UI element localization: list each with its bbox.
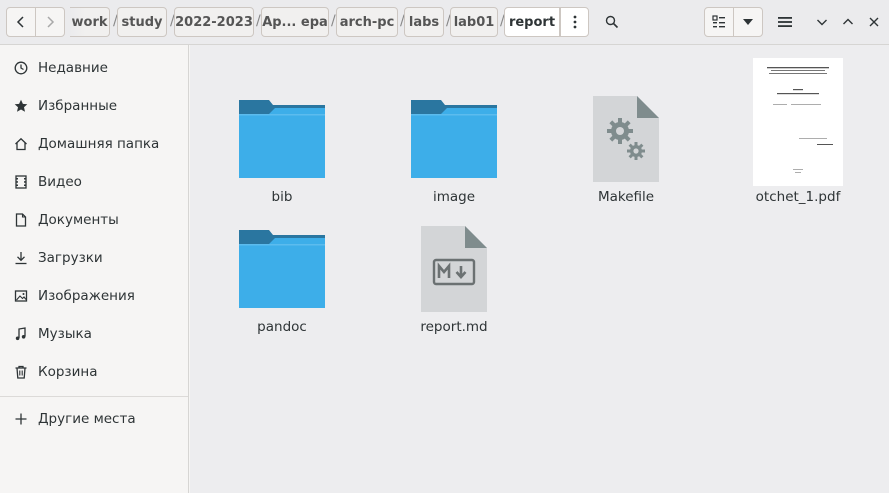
gears-file-icon [593, 96, 659, 182]
folder-icon [239, 230, 325, 308]
chevron-left-icon [16, 16, 24, 28]
breadcrumb-lab01[interactable]: lab01 [450, 7, 498, 37]
file-item-image[interactable]: image [368, 45, 540, 205]
sidebar-item-label: Документы [38, 212, 119, 228]
chevron-down-icon [817, 19, 827, 26]
file-item-pandoc[interactable]: pandoc [196, 175, 368, 335]
sidebar-item-label: Видео [38, 174, 82, 190]
home-icon [13, 136, 29, 152]
caret-down-icon [743, 19, 753, 25]
chevron-up-icon [843, 18, 853, 25]
image-icon [13, 288, 29, 304]
header-bar: work / study / 2022-2023 / Ар... ера / a… [0, 0, 889, 45]
back-button[interactable] [6, 7, 36, 37]
file-item-pdf[interactable]: otchet_1.pdf [712, 45, 884, 205]
list-view-icon [712, 15, 725, 28]
sidebar-item-other-places[interactable]: Другие места [0, 400, 188, 438]
breadcrumb-2022-2023[interactable]: 2022-2023 [174, 7, 254, 37]
sidebar-item-trash[interactable]: Корзина [0, 353, 188, 391]
file-name: Makefile [597, 189, 655, 205]
view-toggle-button[interactable] [704, 7, 734, 37]
download-icon [13, 250, 29, 266]
file-item-bib[interactable]: bib [196, 45, 368, 205]
minimize-button[interactable] [810, 7, 834, 37]
markdown-file-icon [421, 226, 487, 312]
view-options-button[interactable] [733, 7, 763, 37]
vertical-dots-icon [573, 15, 576, 29]
document-icon [13, 212, 29, 228]
sidebar-item-label: Избранные [38, 98, 118, 114]
trash-icon [13, 364, 29, 380]
path-options-button[interactable] [560, 7, 589, 37]
close-button[interactable] [862, 7, 886, 37]
sidebar-item-downloads[interactable]: Загрузки [0, 239, 188, 277]
maximize-button[interactable] [836, 7, 860, 37]
hamburger-icon [778, 17, 792, 27]
breadcrumb-labs[interactable]: labs [404, 7, 444, 37]
sidebar-item-recent[interactable]: Недавние [0, 49, 188, 87]
folder-icon [411, 100, 497, 178]
sidebar-item-label: Загрузки [38, 250, 103, 266]
file-item-makefile[interactable]: Makefile [540, 45, 712, 205]
sidebar-item-music[interactable]: Музыка [0, 315, 188, 353]
breadcrumb-work[interactable]: work [70, 7, 110, 37]
sidebar-item-pictures[interactable]: Изображения [0, 277, 188, 315]
clock-icon [13, 60, 29, 76]
search-button[interactable] [598, 7, 626, 37]
breadcrumb-arch[interactable]: Ар... ера [261, 7, 329, 37]
sidebar-item-label: Музыка [38, 326, 92, 342]
film-icon [13, 174, 29, 190]
main-menu-button[interactable] [772, 7, 798, 37]
sidebar-item-home[interactable]: Домашняя папка [0, 125, 188, 163]
sidebar-item-label: Корзина [38, 364, 98, 380]
sidebar-item-label: Домашняя папка [38, 136, 160, 152]
close-icon [869, 17, 879, 27]
sidebar-item-label: Изображения [38, 288, 135, 304]
sidebar-item-videos[interactable]: Видео [0, 163, 188, 201]
sidebar-item-label: Недавние [38, 60, 108, 76]
breadcrumb-study[interactable]: study [117, 7, 167, 37]
sidebar-item-label: Другие места [38, 411, 136, 427]
sidebar-item-starred[interactable]: Избранные [0, 87, 188, 125]
pdf-thumbnail [753, 58, 843, 186]
sidebar-divider [0, 396, 188, 397]
plus-icon [13, 411, 29, 427]
file-name: pandoc [257, 319, 307, 335]
forward-button[interactable] [35, 7, 65, 37]
search-icon [605, 15, 619, 29]
chevron-right-icon [47, 16, 55, 28]
breadcrumb-report[interactable]: report [504, 7, 560, 37]
file-name: otchet_1.pdf [755, 189, 841, 205]
file-name: report.md [420, 319, 488, 335]
star-icon [13, 98, 29, 114]
file-grid: bib image Makefile otchet_1.pdf pandoc r… [190, 45, 889, 493]
file-item-report-md[interactable]: report.md [368, 175, 540, 335]
breadcrumb-separator: / [256, 13, 261, 29]
sidebar: Недавние Избранные Домашняя папка Видео … [0, 45, 189, 493]
breadcrumb-arch-pc[interactable]: arch-pc [336, 7, 398, 37]
folder-icon [239, 100, 325, 178]
sidebar-item-documents[interactable]: Документы [0, 201, 188, 239]
breadcrumb-separator: / [331, 13, 336, 29]
music-icon [13, 326, 29, 342]
